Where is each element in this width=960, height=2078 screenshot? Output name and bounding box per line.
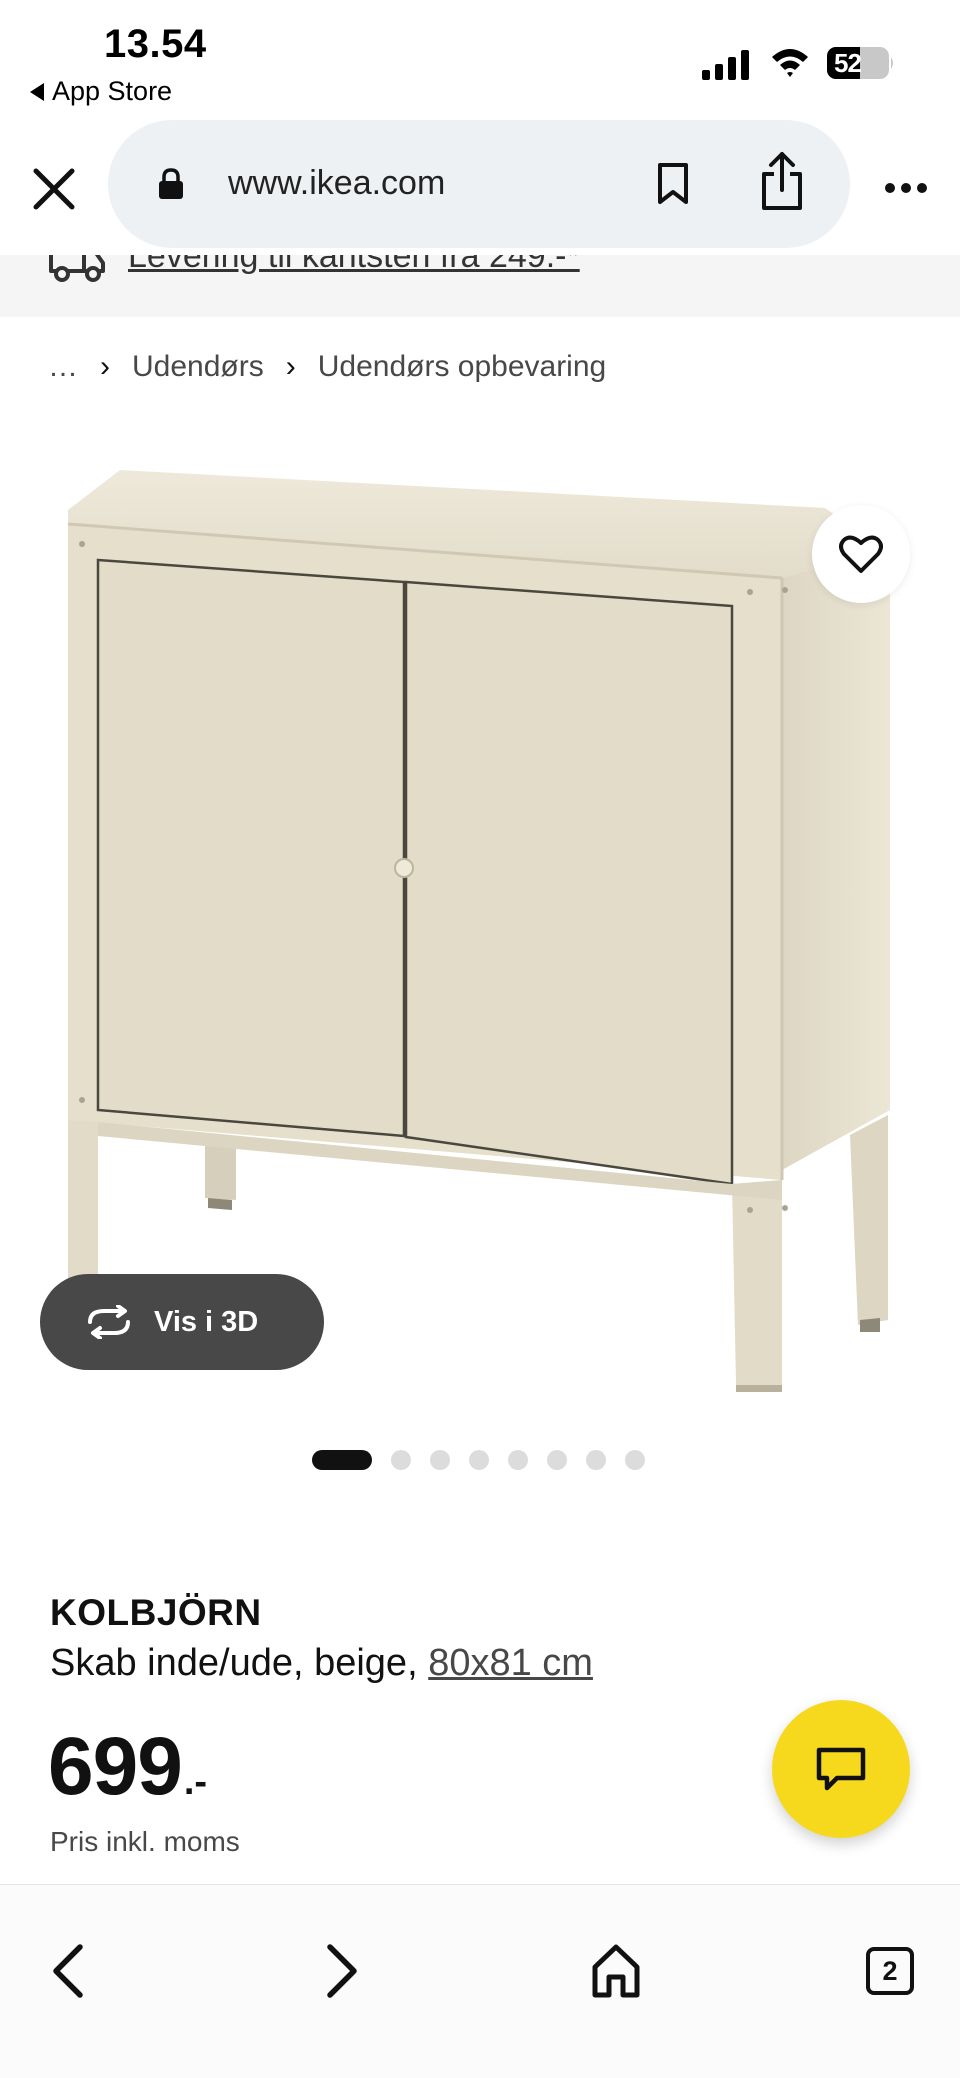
status-bar: 13.54 App Store 52 <box>0 0 960 115</box>
breadcrumb-ellipsis[interactable]: … <box>48 350 78 384</box>
lock-icon <box>159 168 183 199</box>
product-description: Skab inde/ude, beige, 80x81 cm <box>50 1642 593 1685</box>
heart-icon <box>839 535 883 573</box>
delivery-link[interactable]: Levering til kantsten fra 249.-* <box>128 255 580 276</box>
tabs-button[interactable]: 2 <box>866 1947 914 1995</box>
price-suffix: .- <box>183 1761 208 1803</box>
status-time: 13.54 <box>104 22 207 66</box>
image-carousel-indicator <box>312 1450 645 1470</box>
product-name: KOLBJÖRN <box>50 1592 262 1633</box>
carousel-dot[interactable] <box>625 1450 645 1470</box>
rotate-3d-icon <box>88 1305 130 1339</box>
carousel-dot[interactable] <box>391 1450 411 1470</box>
bookmark-icon[interactable] <box>656 162 690 206</box>
forward-arrow-icon[interactable] <box>322 1941 362 2001</box>
carousel-dot[interactable] <box>430 1450 450 1470</box>
battery-indicator: 52 <box>826 46 896 80</box>
product-description-text: Skab inde/ude, beige, <box>50 1642 429 1684</box>
view-3d-button[interactable]: Vis i 3D <box>40 1274 324 1370</box>
close-icon[interactable] <box>30 165 78 213</box>
chat-bubble-icon <box>816 1747 866 1791</box>
home-icon[interactable] <box>590 1943 642 1999</box>
chevron-right-icon: › <box>100 350 110 383</box>
delivery-banner[interactable]: Levering til kantsten fra 249.-* <box>0 255 960 317</box>
price-note: Pris inkl. moms <box>50 1826 240 1857</box>
tab-count: 2 <box>882 1955 898 1986</box>
address-bar[interactable]: www.ikea.com <box>108 120 850 248</box>
back-to-app-link[interactable]: App Store <box>30 76 172 107</box>
back-triangle-icon <box>30 82 44 101</box>
breadcrumb-item-udendors[interactable]: Udendørs <box>132 350 264 384</box>
breadcrumb-item-udendors-opbevaring[interactable]: Udendørs opbevaring <box>318 350 607 384</box>
back-app-label: App Store <box>52 76 173 106</box>
browser-bar: www.ikea.com <box>0 115 960 255</box>
view-3d-label: Vis i 3D <box>154 1305 259 1338</box>
browser-toolbar: 2 <box>0 1884 960 2078</box>
carousel-dot[interactable] <box>586 1450 606 1470</box>
carousel-dot[interactable] <box>469 1450 489 1470</box>
wifi-icon <box>772 49 808 77</box>
cellular-signal-icon <box>702 50 749 80</box>
product-image[interactable] <box>40 440 940 1420</box>
battery-level: 52 <box>834 48 862 78</box>
share-icon[interactable] <box>758 150 806 212</box>
delivery-truck-icon <box>49 255 105 282</box>
more-options-icon[interactable] <box>884 175 928 201</box>
product-price: 699 .- <box>48 1720 207 1814</box>
carousel-dot[interactable] <box>508 1450 528 1470</box>
chat-button[interactable] <box>772 1700 910 1838</box>
breadcrumb: … › Udendørs › Udendørs opbevaring <box>48 350 606 384</box>
favorite-button[interactable] <box>812 505 910 603</box>
carousel-dot[interactable] <box>547 1450 567 1470</box>
carousel-dot-active[interactable] <box>312 1450 372 1470</box>
back-arrow-icon[interactable] <box>48 1941 88 2001</box>
product-size-link[interactable]: 80x81 cm <box>428 1642 593 1684</box>
chevron-right-icon: › <box>285 350 296 383</box>
price-value: 699 <box>48 1721 183 1812</box>
url-text: www.ikea.com <box>228 164 446 202</box>
